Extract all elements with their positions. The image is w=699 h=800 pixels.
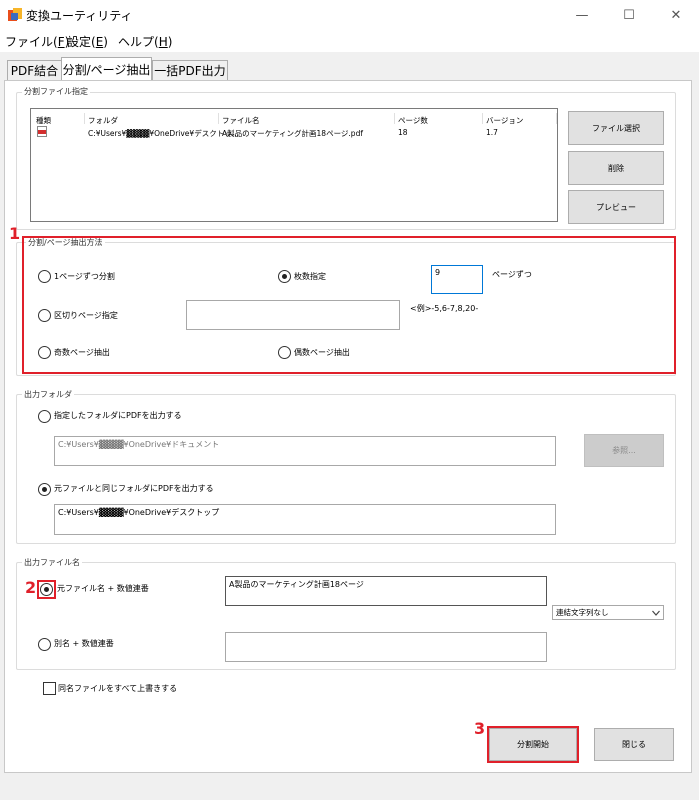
tab-batch-pdf[interactable]: 一括PDF出力 bbox=[152, 60, 228, 80]
menu-help[interactable]: ヘルプ(H) bbox=[118, 33, 172, 50]
tab-pdf-merge[interactable]: PDF結合 bbox=[7, 60, 62, 80]
count-input[interactable]: 9 bbox=[431, 265, 483, 294]
delete-button[interactable]: 削除 bbox=[568, 151, 664, 185]
radio-specified-folder[interactable] bbox=[38, 410, 51, 423]
menu-file[interactable]: ファイル(F) bbox=[5, 33, 69, 50]
close-dialog-button[interactable]: 閉じる bbox=[594, 728, 674, 761]
radio-each-page[interactable] bbox=[38, 270, 51, 283]
radio-range[interactable] bbox=[38, 309, 51, 322]
label-range: 区切りページ指定 bbox=[54, 311, 118, 320]
row-filename: A製品のマーケティング計画18ページ.pdf bbox=[222, 129, 363, 138]
radio-same-folder[interactable] bbox=[38, 483, 51, 496]
specified-folder-path[interactable]: C:¥Users¥▓▓▓▓¥OneDrive¥ドキュメント bbox=[54, 436, 556, 466]
app-icon bbox=[8, 8, 22, 21]
range-hint: <例>-5,6-7,8,20- bbox=[410, 304, 479, 313]
radio-odd[interactable] bbox=[38, 346, 51, 359]
highlight-box-3 bbox=[487, 726, 579, 763]
annotation-1: 1 bbox=[9, 224, 21, 243]
browse-button[interactable]: 参照... bbox=[584, 434, 664, 467]
col-divider bbox=[482, 113, 483, 124]
menu-settings[interactable]: 設定(E) bbox=[67, 33, 108, 50]
output-folder-label: 出力フォルダ bbox=[22, 389, 74, 400]
annotation-3: 3 bbox=[474, 719, 486, 738]
same-folder-path[interactable]: C:¥Users¥▓▓▓▓¥OneDrive¥デスクトップ bbox=[54, 504, 556, 535]
maximize-button[interactable]: ☐ bbox=[606, 0, 652, 30]
col-divider bbox=[84, 113, 85, 124]
label-specified-folder: 指定したフォルダにPDFを出力する bbox=[54, 411, 182, 420]
annotation-2: 2 bbox=[25, 578, 37, 597]
label-same-folder: 元ファイルと同じフォルダにPDFを出力する bbox=[54, 484, 214, 493]
preview-button[interactable]: プレビュー bbox=[568, 190, 664, 224]
col-divider bbox=[218, 113, 219, 124]
label-alias-name: 別名 + 数値連番 bbox=[54, 639, 114, 648]
alias-name-input[interactable] bbox=[225, 632, 547, 662]
row-version: 1.7 bbox=[486, 128, 498, 137]
count-suffix: ページずつ bbox=[492, 270, 532, 279]
separator-select-value: 連結文字列なし bbox=[556, 608, 609, 617]
window-title: 変換ユーティリティ bbox=[26, 9, 133, 23]
title-bar: 変換ユーティリティ — ☐ ✕ bbox=[0, 0, 699, 30]
radio-alias-name[interactable] bbox=[38, 638, 51, 651]
label-each-page: 1ページずつ分割 bbox=[54, 272, 115, 281]
label-original-name: 元ファイル名 + 数値連番 bbox=[57, 584, 149, 593]
minimize-button[interactable]: — bbox=[559, 0, 605, 30]
file-select-button[interactable]: ファイル選択 bbox=[568, 111, 664, 145]
label-even: 偶数ページ抽出 bbox=[294, 348, 350, 357]
tab-split-extract[interactable]: 分割/ページ抽出 bbox=[61, 57, 152, 80]
overwrite-checkbox[interactable] bbox=[43, 682, 56, 695]
radio-even[interactable] bbox=[278, 346, 291, 359]
original-name-input[interactable]: A製品のマーケティング計画18ページ bbox=[225, 576, 547, 606]
highlight-box-2 bbox=[37, 580, 56, 599]
range-input[interactable] bbox=[186, 300, 400, 330]
overwrite-label: 同名ファイルをすべて上書きする bbox=[58, 684, 178, 693]
pdf-file-icon bbox=[37, 126, 47, 137]
col-divider bbox=[394, 113, 395, 124]
file-group-label: 分割ファイル指定 bbox=[22, 86, 90, 97]
col-divider bbox=[556, 113, 557, 124]
menu-bar: ファイル(F) 設定(E) ヘルプ(H) bbox=[0, 30, 699, 52]
radio-count[interactable] bbox=[278, 270, 291, 283]
row-pages: 18 bbox=[398, 128, 408, 137]
output-name-label: 出力ファイル名 bbox=[22, 557, 82, 568]
chevron-down-icon bbox=[652, 610, 660, 616]
label-odd: 奇数ページ抽出 bbox=[54, 348, 110, 357]
close-button[interactable]: ✕ bbox=[653, 0, 699, 30]
label-count: 枚数指定 bbox=[294, 272, 326, 281]
row-folder: C:¥Users¥▓▓▓▓¥OneDrive¥デスクトッ... bbox=[88, 129, 239, 138]
separator-select[interactable]: 連結文字列なし bbox=[552, 605, 664, 620]
